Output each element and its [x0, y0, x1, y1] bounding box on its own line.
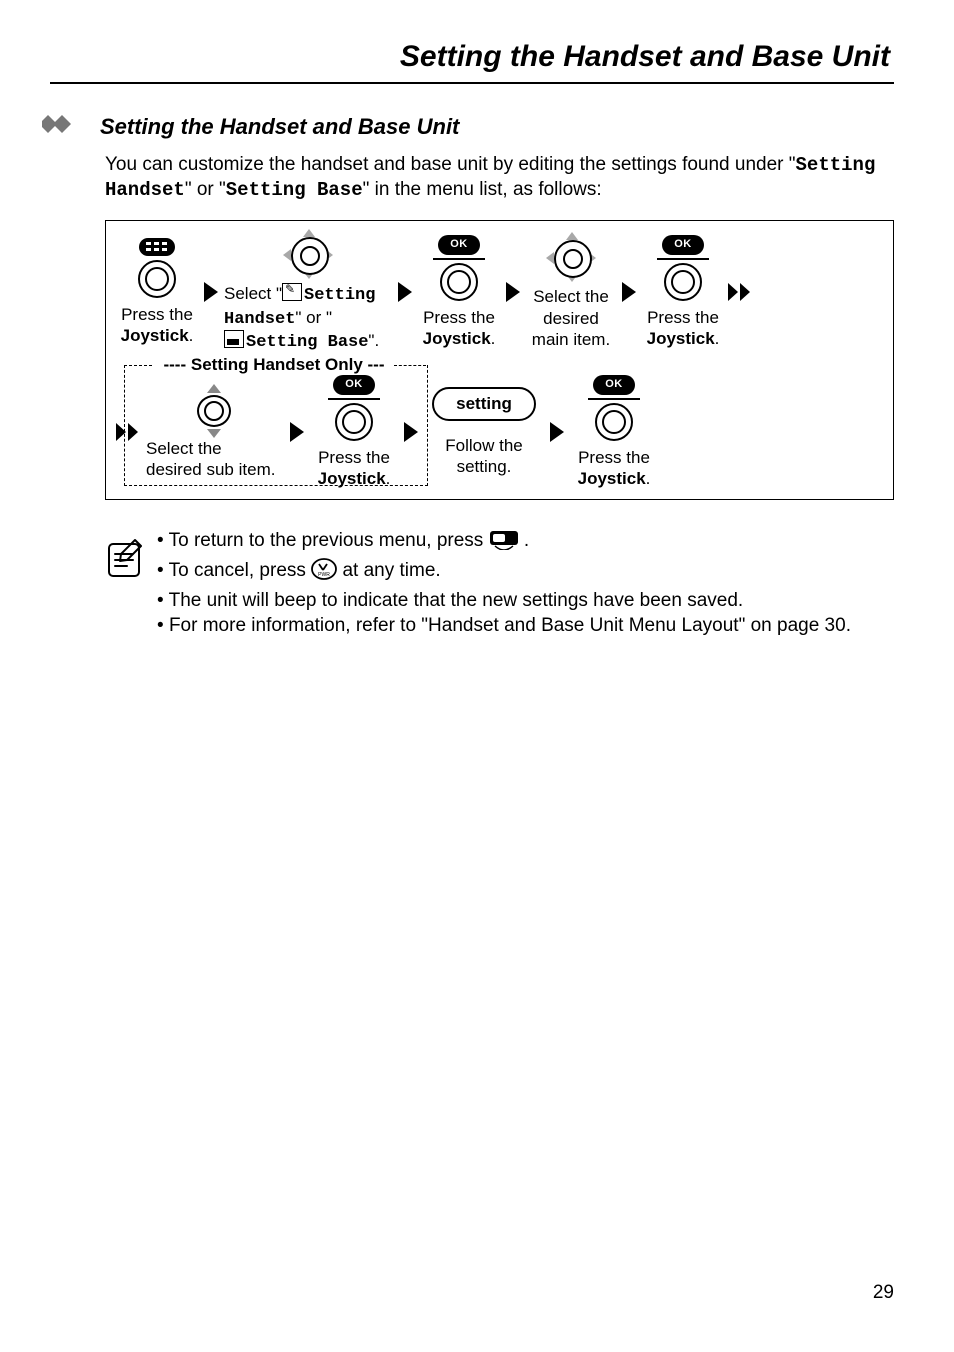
diamond-bullet-icon	[42, 112, 92, 141]
joystick-icon	[335, 403, 373, 441]
joystick-4way-icon	[548, 234, 594, 280]
ok-label-icon: OK	[662, 235, 704, 255]
notes-block: To return to the previous menu, press . …	[105, 528, 884, 639]
ok-label-icon: OK	[438, 235, 480, 255]
step-press-joystick-1: Press theJoystick.	[116, 238, 198, 347]
joystick-icon	[595, 403, 633, 441]
step-select-setting: Select "Setting Handset" or " Setting Ba…	[224, 231, 392, 353]
section-heading: Setting the Handset and Base Unit	[42, 112, 894, 141]
step-press-joystick-3: OK Press theJoystick.	[642, 235, 724, 349]
intro-text: " in the menu list, as follows:	[363, 179, 602, 200]
ok-label-icon: OK	[593, 375, 635, 395]
arrow-icon	[398, 422, 424, 442]
step-follow-setting: setting Follow thesetting.	[424, 387, 544, 477]
ok-label-icon: OK	[333, 375, 375, 395]
arrow-icon	[544, 422, 570, 442]
notes-list: To return to the previous menu, press . …	[157, 528, 851, 639]
step-press-joystick-2: OK Press theJoystick.	[418, 235, 500, 349]
page-number: 29	[873, 1282, 894, 1304]
note-item: The unit will beep to indicate that the …	[157, 588, 851, 614]
step-select-sub-item: Select thedesired sub item.	[144, 384, 284, 481]
arrow-icon	[616, 282, 642, 302]
step-press-joystick-4: OK Press theJoystick.	[310, 375, 398, 489]
joystick-icon	[440, 263, 478, 301]
flow-row-1: Press theJoystick. Select "Setting Hands…	[116, 231, 883, 353]
menu-icon	[139, 238, 175, 256]
intro-code-2: Setting Base	[226, 179, 363, 201]
arrow-icon	[198, 282, 224, 302]
joystick-icon	[138, 260, 176, 298]
back-key-icon	[489, 530, 519, 558]
note-icon	[105, 528, 157, 639]
joystick-4way-icon	[285, 231, 331, 277]
intro-paragraph: You can customize the handset and base u…	[105, 153, 884, 202]
arrow-icon	[500, 282, 526, 302]
svg-text:PWR: PWR	[318, 572, 330, 578]
step-press-joystick-5: OK Press theJoystick.	[570, 375, 658, 489]
note-item: To return to the previous menu, press .	[157, 528, 851, 558]
note-item: For more information, refer to "Handset …	[157, 613, 851, 639]
procedure-flow: Press theJoystick. Select "Setting Hands…	[105, 220, 894, 500]
section-heading-text: Setting the Handset and Base Unit	[100, 114, 459, 140]
step-select-main-item: Select thedesiredmain item.	[526, 234, 616, 350]
intro-text: " or "	[185, 179, 226, 200]
joystick-updown-icon	[195, 384, 233, 438]
handset-inline-icon	[282, 283, 302, 301]
page: Setting the Handset and Base Unit Settin…	[0, 0, 954, 1352]
handset-only-label: ---- Setting Handset Only ---	[156, 355, 392, 375]
joystick-icon	[664, 263, 702, 301]
base-inline-icon	[224, 330, 244, 348]
flow-row-2: ---- Setting Handset Only --- Select the…	[116, 357, 883, 489]
note-item: To cancel, press PWR at any time.	[157, 558, 851, 588]
running-header-title: Setting the Handset and Base Unit	[50, 40, 894, 84]
arrow-continue-icon	[116, 423, 144, 441]
setting-pill: setting	[432, 387, 536, 420]
arrow-icon	[392, 282, 418, 302]
arrow-icon	[284, 422, 310, 442]
intro-text: You can customize the handset and base u…	[105, 154, 796, 175]
arrow-continue-icon	[724, 283, 750, 301]
power-key-icon: PWR	[311, 558, 337, 588]
